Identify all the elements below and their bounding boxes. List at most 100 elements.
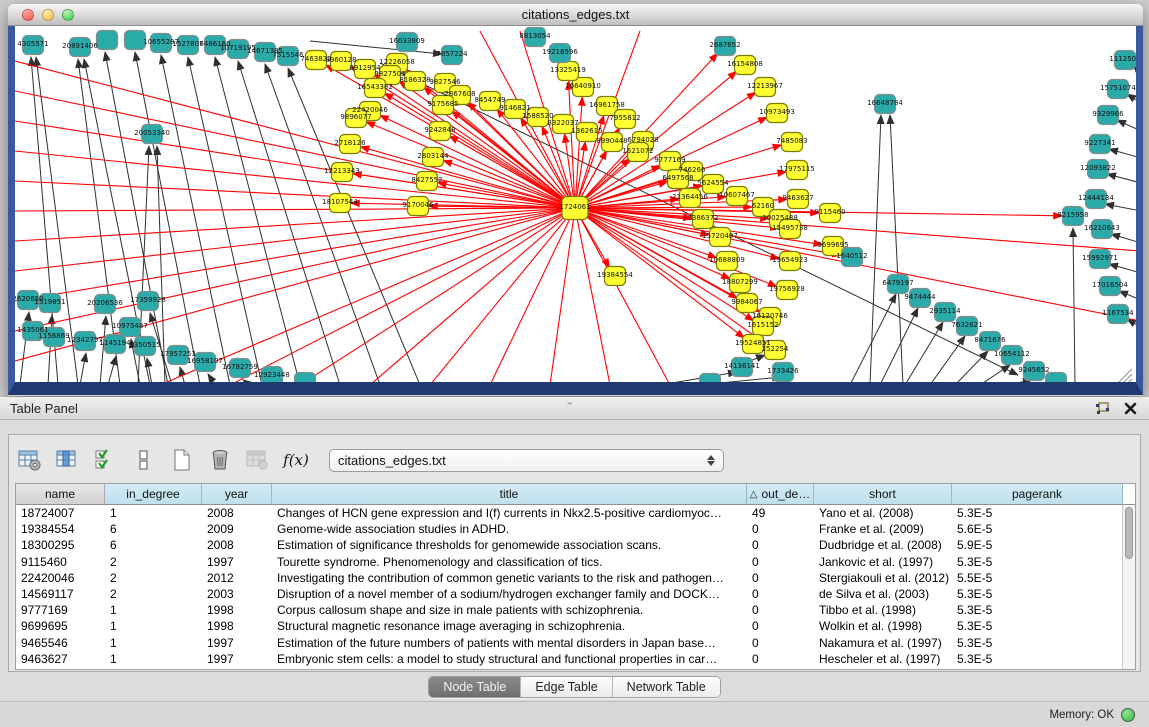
table-cell: 1997 xyxy=(202,555,272,569)
column-header-in_degree[interactable]: in_degree xyxy=(105,484,202,504)
svg-text:17016504: 17016504 xyxy=(1092,281,1128,289)
table-mode-icon[interactable] xyxy=(17,447,43,473)
svg-text:17975115: 17975115 xyxy=(779,165,815,173)
svg-text:1112504: 1112504 xyxy=(1109,55,1136,63)
zoom-window-icon[interactable] xyxy=(62,9,74,21)
svg-text:8990448: 8990448 xyxy=(596,137,627,145)
float-window-icon[interactable] xyxy=(1093,400,1111,416)
column-header-pagerank[interactable]: pagerank xyxy=(952,484,1123,504)
svg-text:1167534: 1167534 xyxy=(1102,309,1134,317)
row-height-icon[interactable] xyxy=(131,447,157,473)
table-cell: Tourette syndrome. Phenomenology and cla… xyxy=(272,555,747,569)
table-cell: 19384554 xyxy=(16,522,105,536)
table-cell: 5.3E-5 xyxy=(952,652,1123,666)
tab-edge-table[interactable]: Edge Table xyxy=(521,677,612,697)
table-row[interactable]: 969969511998Structural magnetic resonanc… xyxy=(16,618,1135,634)
column-header-short[interactable]: short xyxy=(814,484,952,504)
svg-text:7632621: 7632621 xyxy=(951,321,982,329)
table-row[interactable]: 2242004622012Investigating the contribut… xyxy=(16,570,1135,586)
table-row[interactable]: 1872400712008Changes of HCN gene express… xyxy=(16,505,1135,521)
svg-text:9175685: 9175685 xyxy=(427,100,458,108)
table-row[interactable]: 977716911998Corpus callosum shape and si… xyxy=(16,602,1135,618)
scrollbar-thumb[interactable] xyxy=(1125,507,1133,559)
svg-text:16961758: 16961758 xyxy=(589,101,625,109)
table-cell: Changes of HCN gene expression and I(f) … xyxy=(272,506,747,520)
table-row[interactable]: 946362711997Embryonic stem cells: a mode… xyxy=(16,651,1135,667)
close-window-icon[interactable] xyxy=(22,9,34,21)
table-cell: 9115460 xyxy=(16,555,105,569)
network-canvas[interactable]: 1724061896012889129541222605898275031654… xyxy=(15,26,1136,382)
table-cell: 5.3E-5 xyxy=(952,506,1123,520)
table-cell: 0 xyxy=(747,555,814,569)
table-row[interactable]: 911546021997Tourette syndrome. Phenomeno… xyxy=(16,554,1135,570)
tab-network-table[interactable]: Network Table xyxy=(613,677,720,697)
svg-text:8813054: 8813054 xyxy=(519,32,551,40)
select-columns-icon[interactable] xyxy=(93,447,119,473)
panel-title: Table Panel xyxy=(10,401,78,416)
svg-text:12342757: 12342757 xyxy=(67,336,103,344)
svg-text:15720407: 15720407 xyxy=(702,232,738,240)
svg-text:1350515: 1350515 xyxy=(129,341,160,349)
svg-text:9329966: 9329966 xyxy=(1092,110,1124,118)
import-table-disabled-icon[interactable] xyxy=(245,447,271,473)
svg-text:16958107: 16958107 xyxy=(187,357,223,365)
table-row[interactable]: 946554611997Estimation of the future num… xyxy=(16,635,1135,651)
table-row[interactable]: 1456911722003Disruption of a novel membe… xyxy=(16,586,1135,602)
table-cell: 1 xyxy=(105,506,202,520)
table-cell: Nakamura et al. (1997) xyxy=(814,636,952,650)
window-titlebar[interactable]: citations_edges.txt xyxy=(8,4,1143,26)
column-header-name[interactable]: name xyxy=(16,484,105,504)
svg-text:9699695: 9699695 xyxy=(817,241,848,249)
column-header-year[interactable]: year xyxy=(202,484,272,504)
panel-resize-grip-icon[interactable]: ⌁ xyxy=(567,398,573,409)
table-cell: 0 xyxy=(747,652,814,666)
table-tabbar: Node TableEdge TableNetwork Table xyxy=(0,676,1149,698)
table-panel: Table Panel ⌁ f(x) citations_edges.txt n… xyxy=(0,397,1149,727)
delete-column-icon[interactable] xyxy=(207,447,233,473)
table-cell: 5.9E-5 xyxy=(952,538,1123,552)
table-selector-dropdown[interactable]: citations_edges.txt xyxy=(329,449,724,472)
svg-text:18807299: 18807299 xyxy=(722,278,758,286)
svg-text:10025488: 10025488 xyxy=(762,214,798,222)
new-column-icon[interactable] xyxy=(169,447,195,473)
function-builder-icon[interactable]: f(x) xyxy=(283,447,309,473)
close-icon[interactable] xyxy=(1121,400,1139,416)
column-header-out_de[interactable]: △out_de… xyxy=(747,484,814,504)
table-cell: 1 xyxy=(105,619,202,633)
svg-text:2718126: 2718126 xyxy=(334,139,366,147)
citation-network-graph[interactable]: 1724061896012889129541222605898275031654… xyxy=(15,26,1136,382)
table-cell: Disruption of a novel member of a sodium… xyxy=(272,587,747,601)
table-cell: 2012 xyxy=(202,571,272,585)
svg-text:20053340: 20053340 xyxy=(134,129,170,137)
svg-text:10975487: 10975487 xyxy=(112,322,148,330)
svg-text:7463822: 7463822 xyxy=(300,55,331,63)
svg-text:8427552: 8427552 xyxy=(411,176,442,184)
svg-text:8186328: 8186328 xyxy=(399,76,430,84)
table-cell: 5.3E-5 xyxy=(952,555,1123,569)
svg-text:19218596: 19218596 xyxy=(542,48,578,56)
table-row[interactable]: 1938455462009Genome-wide association stu… xyxy=(16,521,1135,537)
svg-text:19756928: 19756928 xyxy=(769,285,805,293)
table-cell: 1997 xyxy=(202,652,272,666)
svg-text:6497568: 6497568 xyxy=(662,174,693,182)
svg-text:10688809: 10688809 xyxy=(709,256,745,264)
svg-text:15992971: 15992971 xyxy=(1082,254,1118,262)
table-cell: 0 xyxy=(747,636,814,650)
table-cell: 1 xyxy=(105,652,202,666)
table-cell: 1 xyxy=(105,603,202,617)
show-column-icon[interactable] xyxy=(55,447,81,473)
svg-text:2935114: 2935114 xyxy=(929,307,961,315)
column-header-title[interactable]: title xyxy=(272,484,747,504)
table-cell: 1997 xyxy=(202,636,272,650)
sort-ascending-icon: △ xyxy=(750,489,758,500)
tab-node-table[interactable]: Node Table xyxy=(429,677,521,697)
svg-text:9984067: 9984067 xyxy=(731,298,762,306)
table-cell: 0 xyxy=(747,522,814,536)
vertical-scrollbar[interactable] xyxy=(1122,505,1135,669)
table-cell: 9699695 xyxy=(16,619,105,633)
table-row[interactable]: 1830029562008Estimation of significance … xyxy=(16,537,1135,553)
table-cell: 2 xyxy=(105,555,202,569)
svg-text:12923448: 12923448 xyxy=(254,371,290,379)
minimize-window-icon[interactable] xyxy=(42,9,54,21)
table-cell: 18724007 xyxy=(16,506,105,520)
